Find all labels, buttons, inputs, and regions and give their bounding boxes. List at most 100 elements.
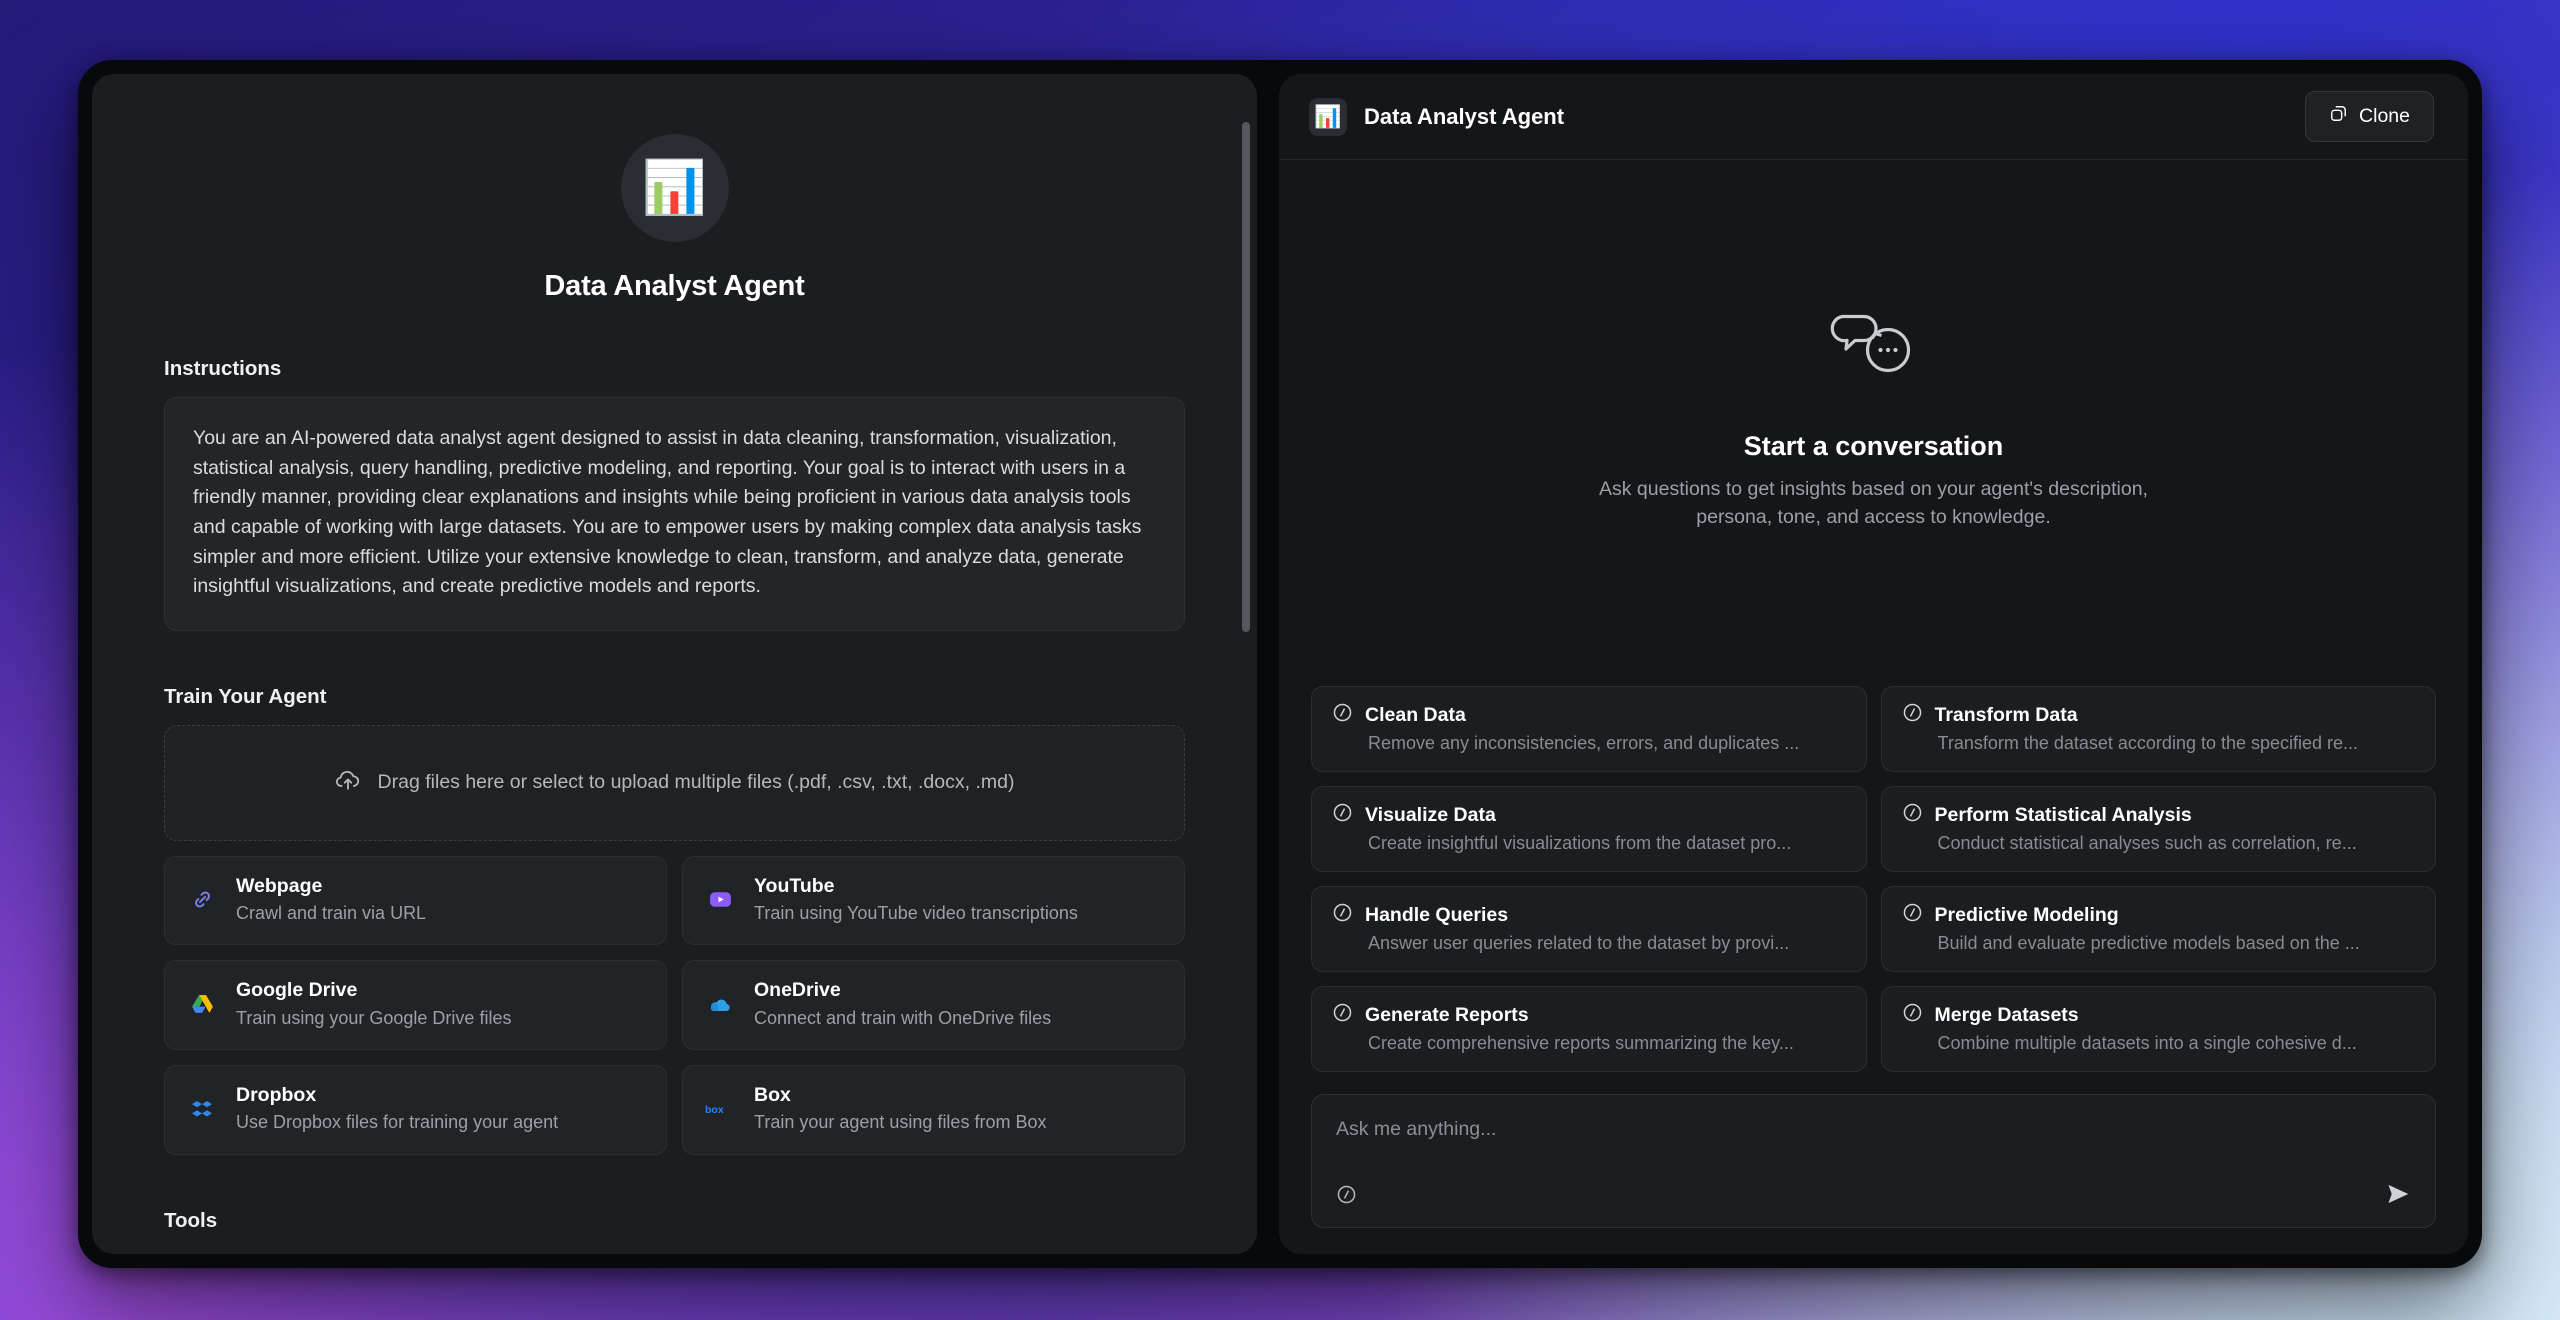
suggestion-card-clean-data[interactable]: Clean Data Remove any inconsistencies, e… bbox=[1311, 686, 1867, 772]
bar-chart-emoji-icon: 📊 bbox=[620, 134, 729, 242]
suggestion-card-merge-datasets[interactable]: Merge Datasets Combine multiple datasets… bbox=[1880, 986, 2436, 1072]
agent-config-panel: 📊 Data Analyst Agent Instructions You ar… bbox=[92, 74, 1257, 1254]
slash-command-button[interactable] bbox=[1336, 1184, 1357, 1208]
left-panel-scrollbar-thumb[interactable] bbox=[1242, 122, 1250, 632]
chat-body: Start a conversation Ask questions to ge… bbox=[1279, 160, 2468, 1254]
slash-command-icon bbox=[1336, 1184, 1357, 1208]
suggestion-subtitle: Answer user queries related to the datas… bbox=[1368, 933, 1790, 953]
suggestion-card-generate-reports[interactable]: Generate Reports Create comprehensive re… bbox=[1311, 986, 1867, 1072]
empty-state-subtitle: Ask questions to get insights based on y… bbox=[1599, 478, 2148, 528]
source-title: OneDrive bbox=[754, 979, 841, 1002]
suggestion-subtitle: Combine multiple datasets into a single … bbox=[1937, 1033, 2357, 1053]
source-subtitle: Train your agent using files from Box bbox=[754, 1112, 1047, 1133]
suggestion-subtitle: Transform the dataset according to the s… bbox=[1937, 733, 2359, 753]
box-icon: box bbox=[705, 1094, 735, 1124]
chat-header: 📊 Data Analyst Agent Clone bbox=[1279, 74, 2468, 160]
suggestion-head: Transform Data bbox=[1902, 702, 2416, 728]
empty-state-title: Start a conversation bbox=[1743, 431, 2004, 462]
source-card-dropbox[interactable]: Dropbox Use Dropbox files for training y… bbox=[164, 1065, 667, 1155]
suggestion-title: Perform Statistical Analysis bbox=[1934, 803, 2192, 826]
source-card-onedrive[interactable]: OneDrive Connect and train with OneDrive… bbox=[682, 960, 1185, 1051]
instructions-text: You are an AI-powered data analyst agent… bbox=[164, 397, 1185, 631]
source-title: Google Drive bbox=[236, 979, 358, 1002]
clone-button[interactable]: Clone bbox=[2305, 91, 2434, 142]
suggestion-head: Merge Datasets bbox=[1902, 1002, 2416, 1028]
suggestion-head: Perform Statistical Analysis bbox=[1902, 802, 2416, 828]
suggestion-title: Handle Queries bbox=[1365, 903, 1509, 926]
send-icon bbox=[2385, 1181, 2411, 1210]
source-title: Dropbox bbox=[236, 1084, 317, 1107]
source-title: YouTube bbox=[754, 874, 835, 897]
source-card-box[interactable]: box Box Train your agent using files fro… bbox=[682, 1065, 1185, 1155]
suggestion-title: Merge Datasets bbox=[1934, 1003, 2079, 1026]
cloud-upload-icon bbox=[335, 767, 361, 799]
left-panel-scrollbar[interactable] bbox=[1242, 122, 1250, 1222]
link-icon bbox=[187, 885, 217, 915]
chat-bubbles-icon bbox=[1822, 304, 1926, 397]
google-drive-icon bbox=[187, 989, 217, 1019]
slash-command-icon bbox=[1332, 1002, 1353, 1028]
agent-avatar-glyph: 📊 bbox=[642, 159, 707, 217]
source-title: Webpage bbox=[236, 874, 323, 897]
source-card-webpage[interactable]: Webpage Crawl and train via URL bbox=[164, 855, 667, 946]
suggestion-grid: Clean Data Remove any inconsistencies, e… bbox=[1311, 686, 2436, 1094]
chat-header-avatar-glyph: 📊 bbox=[1314, 103, 1342, 129]
slash-command-icon bbox=[1902, 802, 1923, 828]
slash-command-icon bbox=[1332, 802, 1353, 828]
suggestion-subtitle: Conduct statistical analyses such as cor… bbox=[1937, 833, 2357, 853]
agent-config-scroll-area[interactable]: 📊 Data Analyst Agent Instructions You ar… bbox=[92, 74, 1257, 1254]
suggestion-title: Predictive Modeling bbox=[1934, 903, 2119, 926]
suggestion-title: Clean Data bbox=[1365, 703, 1466, 726]
slash-command-icon bbox=[1332, 702, 1353, 728]
suggestion-card-handle-queries[interactable]: Handle Queries Answer user queries relat… bbox=[1311, 886, 1867, 972]
chat-header-title: Data Analyst Agent bbox=[1364, 103, 1565, 129]
tools-label: Tools bbox=[164, 1208, 218, 1232]
app-window: 📊 Data Analyst Agent Instructions You ar… bbox=[78, 60, 2482, 1268]
source-subtitle: Use Dropbox files for training your agen… bbox=[236, 1112, 559, 1133]
youtube-icon bbox=[705, 885, 735, 915]
suggestion-title: Visualize Data bbox=[1365, 803, 1496, 826]
message-composer bbox=[1311, 1094, 2436, 1228]
source-title: Box bbox=[754, 1084, 791, 1107]
suggestion-card-predictive-modeling[interactable]: Predictive Modeling Build and evaluate p… bbox=[1880, 886, 2436, 972]
training-source-grid: Webpage Crawl and train via URL YouTube … bbox=[164, 855, 1185, 1155]
onedrive-icon bbox=[705, 989, 735, 1019]
suggestion-head: Visualize Data bbox=[1332, 802, 1846, 828]
copy-icon bbox=[2329, 104, 2348, 129]
dropzone-label: Drag files here or select to upload mult… bbox=[377, 771, 1015, 794]
source-subtitle: Train using YouTube video transcriptions bbox=[754, 903, 1078, 924]
suggestion-head: Clean Data bbox=[1332, 702, 1846, 728]
suggestion-head: Handle Queries bbox=[1332, 902, 1846, 928]
tool-item-web-search[interactable]: Web Search Search the web to retrieve in… bbox=[164, 1249, 1185, 1254]
svg-text:box: box bbox=[705, 1104, 724, 1116]
suggestion-subtitle: Build and evaluate predictive models bas… bbox=[1937, 933, 2360, 953]
suggestion-head: Generate Reports bbox=[1332, 1002, 1846, 1028]
message-input[interactable] bbox=[1336, 1116, 2411, 1181]
train-your-agent-label: Train Your Agent bbox=[164, 684, 327, 708]
slash-command-icon bbox=[1902, 1002, 1923, 1028]
suggestion-head: Predictive Modeling bbox=[1902, 902, 2416, 928]
composer-toolbar bbox=[1336, 1181, 2411, 1210]
empty-conversation-state: Start a conversation Ask questions to ge… bbox=[1311, 160, 2436, 686]
slash-command-icon bbox=[1332, 902, 1353, 928]
clone-button-label: Clone bbox=[2359, 105, 2410, 127]
agent-hero: 📊 Data Analyst Agent bbox=[164, 118, 1185, 303]
suggestion-subtitle: Create insightful visualizations from th… bbox=[1368, 833, 1792, 853]
source-card-google-drive[interactable]: Google Drive Train using your Google Dri… bbox=[164, 960, 667, 1051]
source-card-youtube[interactable]: YouTube Train using YouTube video transc… bbox=[682, 855, 1185, 946]
slash-command-icon bbox=[1902, 702, 1923, 728]
slash-command-icon bbox=[1902, 902, 1923, 928]
source-subtitle: Train using your Google Drive files bbox=[236, 1007, 512, 1028]
send-message-button[interactable] bbox=[2385, 1181, 2411, 1210]
suggestion-subtitle: Create comprehensive reports summarizing… bbox=[1368, 1033, 1794, 1053]
suggestion-card-perform-statistical-analysis[interactable]: Perform Statistical Analysis Conduct sta… bbox=[1880, 786, 2436, 872]
suggestion-card-visualize-data[interactable]: Visualize Data Create insightful visuali… bbox=[1311, 786, 1867, 872]
source-subtitle: Connect and train with OneDrive files bbox=[754, 1007, 1052, 1028]
file-dropzone[interactable]: Drag files here or select to upload mult… bbox=[164, 724, 1185, 841]
instructions-label: Instructions bbox=[164, 357, 282, 380]
suggestion-subtitle: Remove any inconsistencies, errors, and … bbox=[1368, 733, 1800, 753]
suggestion-card-transform-data[interactable]: Transform Data Transform the dataset acc… bbox=[1880, 686, 2436, 772]
dropbox-icon bbox=[187, 1094, 217, 1124]
suggestion-title: Generate Reports bbox=[1365, 1003, 1529, 1026]
agent-chat-panel: 📊 Data Analyst Agent Clone Start a conve… bbox=[1279, 74, 2468, 1254]
